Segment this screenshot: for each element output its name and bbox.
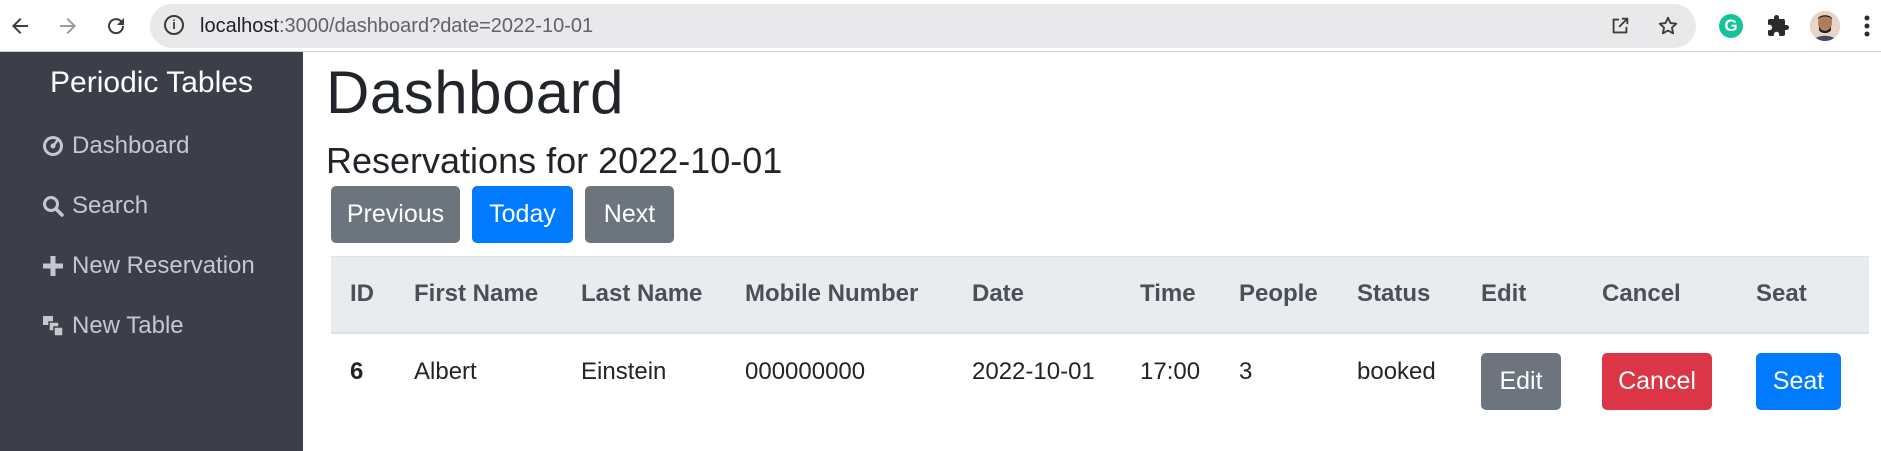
date-cell: 2022-10-01 bbox=[972, 357, 1095, 385]
sidebar-item-label: New Table bbox=[72, 312, 184, 339]
grammarly-icon[interactable]: G bbox=[1719, 14, 1743, 38]
cancel-button[interactable]: Cancel bbox=[1602, 352, 1712, 410]
sidebar-item-label: Dashboard bbox=[72, 132, 190, 159]
sidebar-item-label: New Reservation bbox=[72, 252, 255, 279]
reservation-id: 6 bbox=[350, 357, 364, 385]
sidebar: Periodic Tables Dashboard Search New Res… bbox=[0, 52, 303, 451]
kebab-menu-icon[interactable] bbox=[1853, 12, 1881, 40]
url-path: :3000/dashboard?date=2022-10-01 bbox=[278, 15, 594, 37]
plus-icon bbox=[40, 253, 66, 279]
edit-cell: Edit bbox=[1462, 333, 1583, 413]
page-title: Dashboard bbox=[326, 59, 625, 126]
time-cell: 17:00 bbox=[1140, 357, 1201, 385]
column-header-time: Time bbox=[1121, 256, 1220, 334]
column-header-id: ID bbox=[331, 256, 395, 334]
cancel-cell: Cancel bbox=[1583, 333, 1737, 413]
mobile-number-cell: 000000000 bbox=[745, 357, 866, 385]
url-text: localhost:3000/dashboard?date=2022-10-01 bbox=[200, 15, 593, 38]
table-header-row: ID First Name Last Name Mobile Number Da… bbox=[331, 256, 1869, 334]
main-content: Dashboard Reservations for 2022-10-01 Pr… bbox=[303, 52, 1881, 451]
column-header-first-name: First Name bbox=[395, 256, 562, 334]
avatar[interactable] bbox=[1810, 11, 1840, 41]
today-button[interactable]: Today bbox=[472, 186, 573, 243]
column-header-edit: Edit bbox=[1462, 256, 1583, 334]
address-bar[interactable]: i localhost:3000/dashboard?date=2022-10-… bbox=[150, 4, 1696, 48]
column-header-cancel: Cancel bbox=[1583, 256, 1737, 334]
browser-toolbar: i localhost:3000/dashboard?date=2022-10-… bbox=[0, 0, 1881, 52]
url-host: localhost bbox=[200, 15, 279, 37]
site-info-icon[interactable]: i bbox=[164, 15, 184, 35]
share-icon[interactable] bbox=[1608, 14, 1632, 38]
sidebar-item-search[interactable]: Search bbox=[40, 188, 148, 224]
seat-button[interactable]: Seat bbox=[1756, 352, 1841, 410]
column-header-status: Status bbox=[1338, 256, 1462, 334]
sidebar-item-dashboard[interactable]: Dashboard bbox=[40, 128, 189, 164]
column-header-seat: Seat bbox=[1737, 256, 1869, 334]
forward-arrow-icon[interactable] bbox=[50, 8, 86, 44]
sidebar-item-new-table[interactable]: New Table bbox=[40, 308, 184, 344]
last-name-cell: Einstein bbox=[581, 357, 667, 385]
people-cell: 3 bbox=[1239, 357, 1253, 385]
star-icon[interactable] bbox=[1656, 14, 1680, 38]
status-cell: booked bbox=[1357, 357, 1436, 385]
search-icon bbox=[40, 193, 66, 219]
dashboard-icon bbox=[40, 133, 66, 159]
table-icon bbox=[40, 313, 66, 339]
first-name-cell: Albert bbox=[414, 357, 477, 385]
brand-title[interactable]: Periodic Tables bbox=[0, 66, 303, 100]
reload-icon[interactable] bbox=[98, 8, 134, 44]
edit-button[interactable]: Edit bbox=[1481, 352, 1561, 410]
column-header-mobile-number: Mobile Number bbox=[726, 256, 953, 334]
puzzle-icon[interactable] bbox=[1764, 12, 1792, 40]
column-header-date: Date bbox=[953, 256, 1121, 334]
reservations-heading: Reservations for 2022-10-01 bbox=[326, 140, 783, 181]
seat-cell: Seat bbox=[1737, 333, 1869, 413]
sidebar-item-label: Search bbox=[72, 192, 149, 219]
reservations-table: ID First Name Last Name Mobile Number Da… bbox=[331, 256, 1869, 413]
column-header-last-name: Last Name bbox=[562, 256, 726, 334]
sidebar-item-new-reservation[interactable]: New Reservation bbox=[40, 248, 255, 284]
back-arrow-icon[interactable] bbox=[2, 8, 38, 44]
table-row: 6 Albert Einstein 000000000 2022-10-01 1… bbox=[331, 333, 1869, 413]
next-button[interactable]: Next bbox=[585, 186, 674, 243]
column-header-people: People bbox=[1220, 256, 1338, 334]
previous-button[interactable]: Previous bbox=[331, 186, 460, 243]
